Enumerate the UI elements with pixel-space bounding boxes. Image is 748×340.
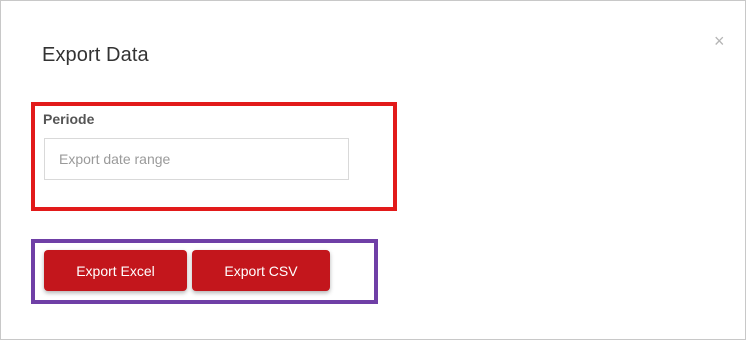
date-range-input[interactable] — [44, 138, 349, 180]
export-excel-button[interactable]: Export Excel — [44, 250, 187, 291]
close-icon[interactable]: × — [714, 32, 725, 50]
export-data-dialog: Export Data × Periode Export Excel Expor… — [0, 0, 746, 340]
dialog-title: Export Data — [42, 44, 149, 66]
export-csv-button[interactable]: Export CSV — [192, 250, 330, 291]
periode-label: Periode — [43, 111, 95, 127]
